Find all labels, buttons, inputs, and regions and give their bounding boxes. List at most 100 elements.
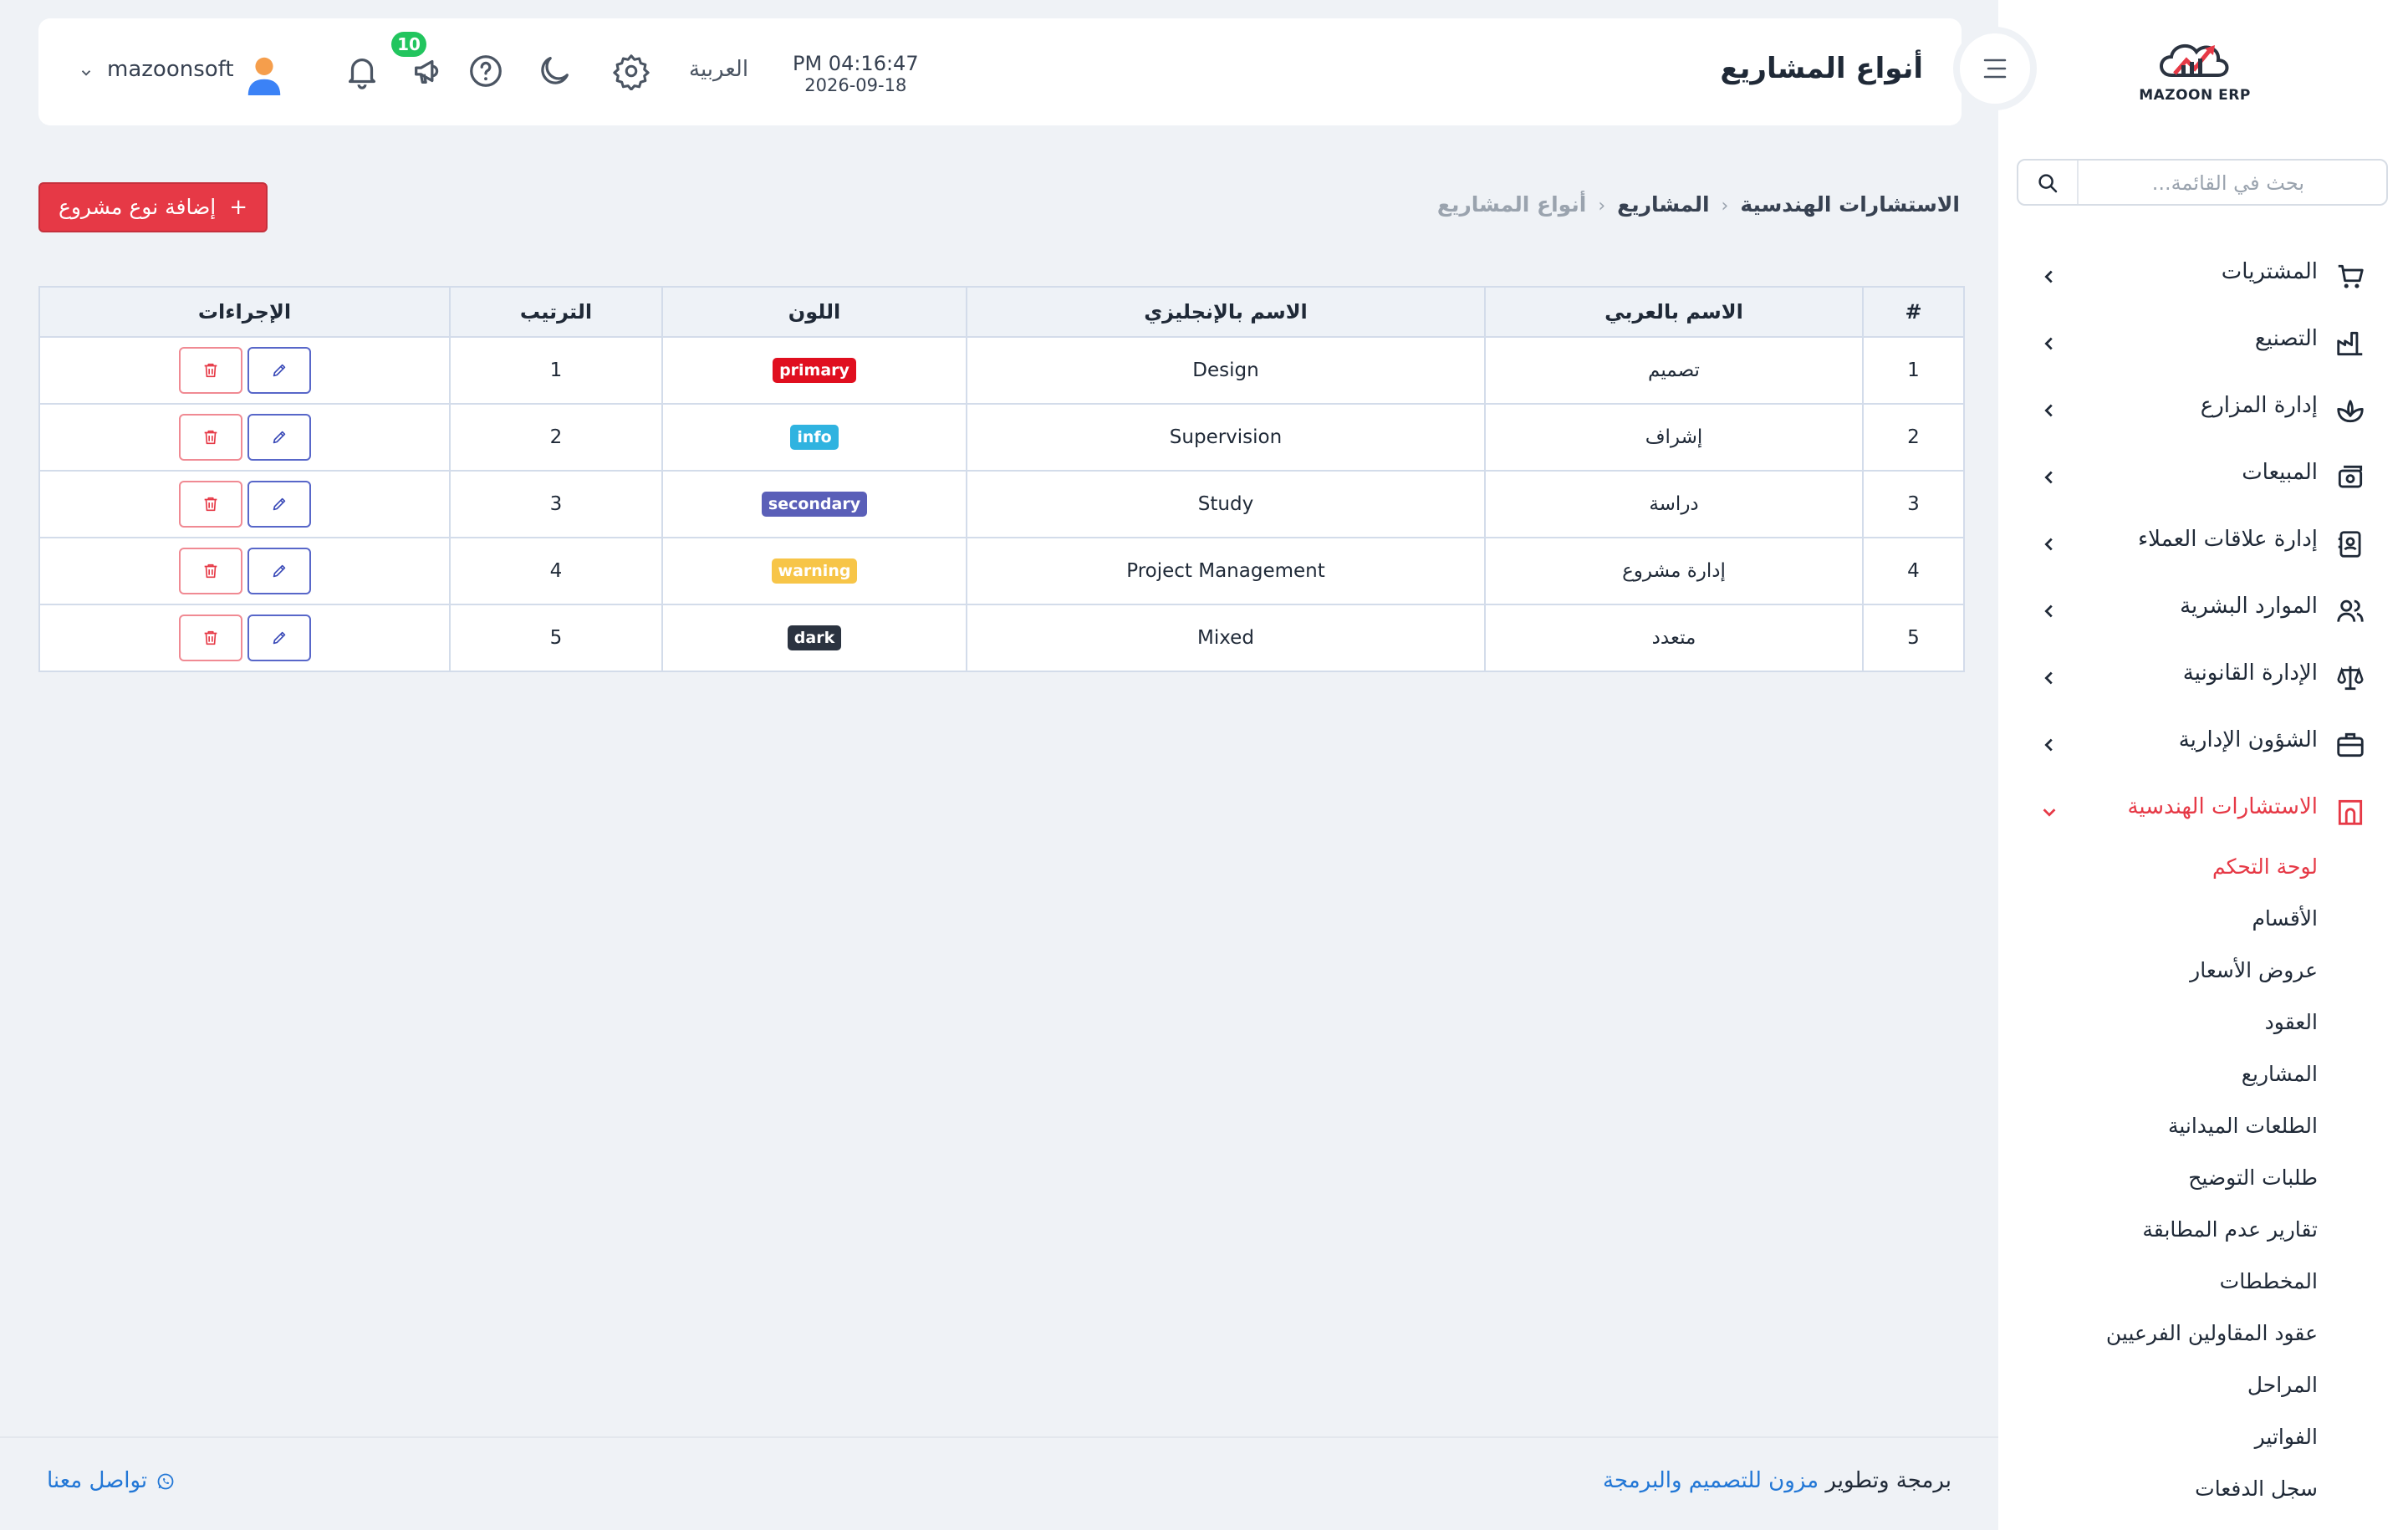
submenu-item-contracts[interactable]: العقود	[1998, 1002, 2408, 1053]
breadcrumb-item-engineering[interactable]: الاستشارات الهندسية	[1740, 192, 1960, 217]
help-icon[interactable]	[467, 52, 505, 90]
edit-button[interactable]	[247, 615, 311, 661]
sidebar-item-label: المشتريات	[2221, 259, 2318, 284]
cell-name-en: Study	[966, 471, 1485, 538]
sidebar-item-hr[interactable]: الموارد البشرية	[1998, 579, 2408, 645]
edit-button[interactable]	[247, 481, 311, 528]
submenu-item-departments[interactable]: الأقسام	[1998, 898, 2408, 950]
factory-icon	[2337, 331, 2363, 356]
cell-name-en: Mixed	[966, 604, 1485, 671]
color-badge: secondary	[761, 492, 868, 517]
sidebar-item-label: الإدارة القانونية	[2182, 660, 2318, 686]
column-header-name-en: الاسم بالإنجليزي	[966, 288, 1485, 338]
footer-company-link[interactable]: مزون للتصميم والبرمجة	[1603, 1468, 1819, 1493]
row-actions	[178, 615, 311, 661]
submenu-item-invoices[interactable]: الفواتير	[1998, 1416, 2408, 1468]
edit-button[interactable]	[247, 548, 311, 594]
table-row: 1 تصميم Design primary 1	[40, 337, 1963, 405]
submenu-item-payments[interactable]: سجل الدفعات	[1998, 1468, 2408, 1520]
plus-icon: +	[229, 195, 248, 220]
chevron-left-icon	[2044, 671, 2053, 685]
bell-icon[interactable]	[343, 52, 381, 90]
submenu-item-clarifications[interactable]: طلبات التوضيح	[1998, 1157, 2408, 1209]
cell-name-en: Supervision	[966, 404, 1485, 472]
submenu-label: عروض الأسعار	[2190, 958, 2318, 982]
topbar: أنواع المشاريع PM 04:16:47 2026-09-18 ال…	[38, 18, 1962, 125]
cell-num: 1	[1862, 337, 1963, 405]
cell-color: dark	[661, 604, 967, 671]
cell-actions	[40, 471, 450, 538]
sidebar-item-manufacturing[interactable]: التصنيع	[1998, 311, 2408, 378]
cell-order: 1	[449, 337, 662, 405]
submenu-item-site-visits[interactable]: الطلعات الميدانية	[1998, 1105, 2408, 1157]
language-switch[interactable]: العربية	[689, 57, 748, 82]
sidebar-item-label: إدارة المزارع	[2200, 393, 2318, 418]
megaphone-icon[interactable]	[410, 52, 448, 90]
edit-button[interactable]	[247, 347, 311, 394]
submenu-item-quotations[interactable]: عروض الأسعار	[1998, 950, 2408, 1002]
sidebar-item-label: الموارد البشرية	[2180, 594, 2318, 619]
logo[interactable]: MAZOON ERP	[2132, 37, 2258, 112]
cell-name-ar: متعدد	[1484, 604, 1863, 671]
whatsapp-icon	[157, 1473, 174, 1489]
avatar[interactable]	[244, 54, 284, 95]
submenu-item-phases[interactable]: المراحل	[1998, 1364, 2408, 1416]
cash-icon	[2338, 465, 2363, 488]
contacts-icon	[2338, 531, 2361, 558]
contact-link[interactable]: تواصل معنا	[47, 1468, 176, 1493]
search-icon[interactable]	[2035, 171, 2060, 196]
row-actions	[178, 481, 311, 528]
sidebar-item-sales[interactable]: المبيعات	[1998, 445, 2408, 512]
sidebar-item-farms[interactable]: إدارة المزارع	[1998, 378, 2408, 445]
chevron-down-icon[interactable]	[79, 65, 94, 80]
sidebar-toggle-button[interactable]	[1960, 33, 2030, 104]
footer-prefix: برمجة وتطوير	[1825, 1468, 1951, 1493]
trash-icon	[204, 497, 217, 512]
color-badge: dark	[787, 625, 842, 650]
delete-button[interactable]	[178, 481, 242, 528]
table-header-row: # الاسم بالعربي الاسم بالإنجليزي اللون ا…	[40, 288, 1963, 338]
delete-button[interactable]	[178, 548, 242, 594]
sidebar-item-purchases[interactable]: المشتريات	[1998, 244, 2408, 311]
breadcrumb-item-current: أنواع المشاريع	[1436, 192, 1587, 217]
delete-button[interactable]	[178, 347, 242, 394]
settings-icon[interactable]	[612, 52, 650, 90]
footer-credit: برمجة وتطوير مزون للتصميم والبرمجة	[1603, 1468, 1951, 1493]
sidebar-item-admin[interactable]: الشؤون الإدارية	[1998, 712, 2408, 779]
cell-actions	[40, 538, 450, 605]
delete-button[interactable]	[178, 615, 242, 661]
row-actions	[178, 548, 311, 594]
submenu-item-subcontracts[interactable]: عقود المقاولين الفرعيين	[1998, 1313, 2408, 1364]
menu-icon	[1983, 59, 2007, 79]
chevron-left-icon	[2044, 604, 2053, 618]
page-title: أنواع المشاريع	[1720, 52, 1923, 85]
menu-search-input[interactable]	[2027, 161, 2306, 206]
submenu-item-dashboard[interactable]: لوحة التحكم	[1998, 846, 2408, 898]
submenu-item-projects[interactable]: المشاريع	[1998, 1053, 2408, 1105]
submenu-item-drawings[interactable]: المخططات	[1998, 1261, 2408, 1313]
sidebar-menu: المشتريات التصنيع إدارة المزارع المبيعات…	[1998, 244, 2408, 1520]
chevron-left-icon	[2044, 738, 2053, 752]
menu-search[interactable]	[2017, 159, 2388, 206]
briefcase-icon	[2337, 732, 2364, 757]
footer-divider	[0, 1436, 1998, 1438]
breadcrumb-item-projects[interactable]: المشاريع	[1617, 192, 1709, 217]
add-project-type-button[interactable]: + إضافة نوع مشروع	[38, 182, 268, 232]
edit-button[interactable]	[247, 414, 311, 461]
cell-actions	[40, 604, 450, 671]
pencil-icon	[273, 431, 285, 444]
plant-icon	[2337, 400, 2364, 423]
sidebar-item-legal[interactable]: الإدارة القانونية	[1998, 645, 2408, 712]
username[interactable]: mazoonsoft	[107, 57, 234, 82]
cell-color: warning	[661, 538, 967, 605]
submenu-label: المشاريع	[2241, 1062, 2318, 1086]
clock-time: PM 04:16:47	[793, 52, 919, 75]
sidebar-item-engineering[interactable]: الاستشارات الهندسية	[1998, 779, 2408, 846]
pencil-icon	[273, 564, 285, 578]
clock-date: 2026-09-18	[804, 75, 907, 95]
sidebar-item-crm[interactable]: إدارة علاقات العملاء	[1998, 512, 2408, 579]
submenu-item-ncr[interactable]: تقارير عدم المطابقة	[1998, 1209, 2408, 1261]
cell-num: 3	[1862, 471, 1963, 538]
moon-icon[interactable]	[535, 52, 574, 90]
delete-button[interactable]	[178, 414, 242, 461]
